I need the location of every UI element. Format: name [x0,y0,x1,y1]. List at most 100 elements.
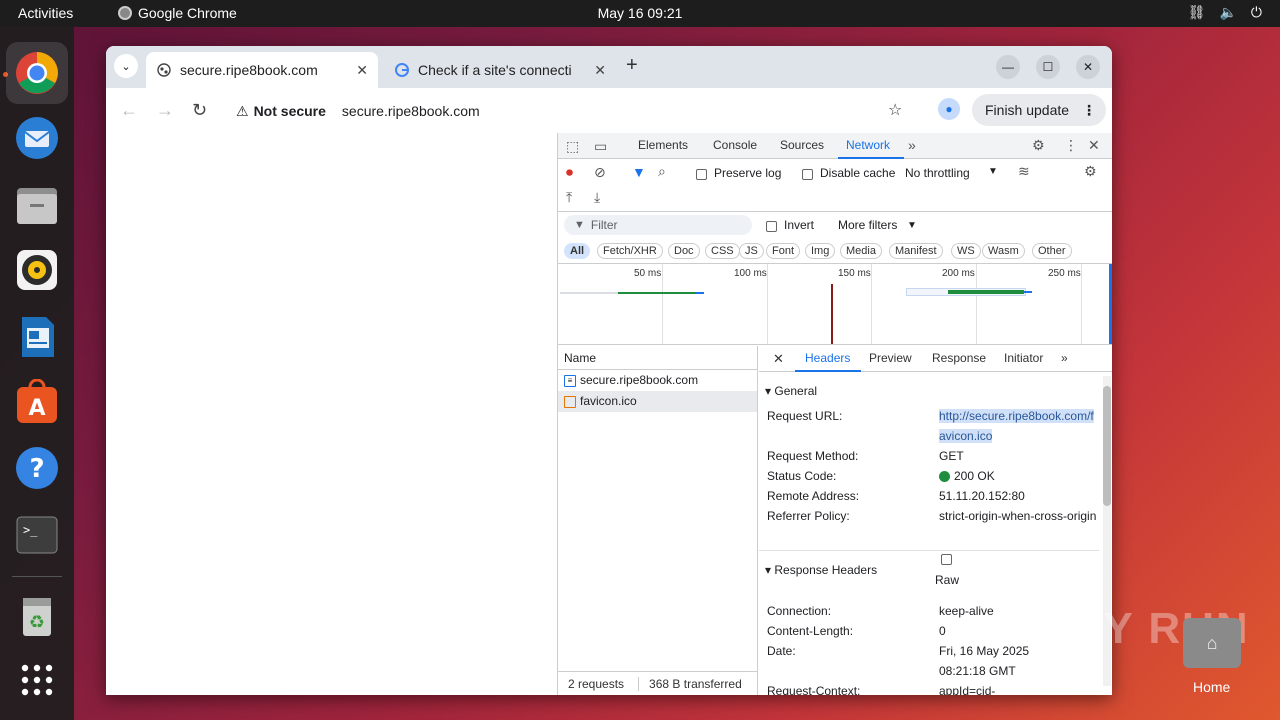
tab-headers[interactable]: Headers [805,351,850,365]
new-tab-button[interactable]: + [626,54,638,77]
tab-inactive[interactable]: Check if a site's connecti ✕ [384,52,616,88]
tab-network[interactable]: Network [846,138,890,152]
close-details-icon[interactable]: ✕ [773,351,784,367]
type-filter-js[interactable]: JS [739,243,764,259]
tab-elements[interactable]: Elements [638,138,688,152]
more-filters-button[interactable]: More filters [838,218,897,232]
request-row[interactable]: ≡ secure.ripe8book.com [558,370,757,391]
network-settings-icon[interactable]: ⚙ [1084,163,1097,180]
type-filter-all[interactable]: All [564,243,591,259]
close-window-button[interactable]: ✕ [1076,55,1100,79]
image-file-icon [564,395,576,408]
tab-initiator[interactable]: Initiator [1004,351,1043,365]
app-grid-icon[interactable] [14,657,60,703]
chrome-icon[interactable] [6,42,68,104]
tab-sources[interactable]: Sources [780,138,824,152]
request-bar-favicon [948,290,1024,294]
help-icon[interactable]: ? [14,445,60,491]
import-har-icon[interactable]: ⤒ [566,189,572,206]
thunderbird-icon[interactable] [14,115,60,161]
not-secure-label[interactable]: Not secure [254,103,326,119]
status-code-value: 200 OK [939,466,1099,486]
more-detail-tabs-icon[interactable]: » [1061,351,1068,365]
url-text[interactable]: secure.ripe8book.com [342,103,480,119]
inspect-element-icon[interactable]: ⬚ [566,138,579,155]
details-scroll-thumb[interactable] [1103,386,1111,506]
writer-icon[interactable] [14,314,60,360]
tick-label: 150 ms [838,268,871,279]
home-folder-icon[interactable]: ⌂ [1183,618,1241,668]
type-filter-img[interactable]: Img [805,243,836,259]
status-code-label: Status Code: [767,469,837,483]
maximize-button[interactable]: ☐ [1036,55,1060,79]
system-tray[interactable]: ⛓ 🔈 ⏻ [1188,4,1262,21]
device-toolbar-icon[interactable]: ▭ [594,138,607,155]
close-tab-icon[interactable]: ✕ [356,62,368,79]
request-url-value[interactable]: http://secure.ripe8book.com/favicon.ico [939,406,1099,446]
dock-separator [12,576,62,577]
disable-cache-checkbox[interactable] [802,167,813,181]
export-har-icon[interactable]: ⤓ [594,189,600,206]
tab-console[interactable]: Console [713,138,757,152]
filter-input[interactable]: ▼ Filter [564,215,752,235]
filter-funnel-icon[interactable]: ▼ [632,164,646,180]
type-filter-ws[interactable]: WS [951,243,981,259]
type-filter-other[interactable]: Other [1032,243,1072,259]
finish-update-label: Finish update [985,102,1070,118]
network-conditions-icon[interactable]: ≋ [1018,163,1030,180]
raw-checkbox[interactable] [941,552,952,566]
close-devtools-icon[interactable]: ✕ [1088,137,1100,154]
name-column-header[interactable]: Name [558,346,757,370]
type-filter-font[interactable]: Font [766,243,801,259]
invert-checkbox[interactable] [766,219,777,233]
record-stop-icon[interactable]: ⏺ [566,164,573,181]
trash-icon[interactable]: ♻ [14,594,60,640]
tick-line [767,264,768,344]
files-icon[interactable] [14,182,60,228]
network-toolbar: ⏺ ⊘ ▼ ⌕ Preserve log Disable cache No th… [558,160,1112,186]
tab-active[interactable]: secure.ripe8book.com ✕ [146,52,378,88]
activities-button[interactable]: Activities [18,5,73,21]
search-icon[interactable]: ⌕ [658,163,666,180]
connection-label: Connection: [767,604,832,618]
response-headers-toggle[interactable]: ▾ Response Headers [765,563,877,577]
close-tab-icon[interactable]: ✕ [594,62,606,79]
home-label[interactable]: Home [1193,679,1230,695]
request-method-value: GET [939,449,964,463]
selected-detail-tab-indicator [795,370,861,372]
app-menu[interactable]: Google Chrome [118,5,237,21]
general-section-toggle[interactable]: ▾ General [765,384,817,398]
tab-response[interactable]: Response [932,351,986,365]
more-tabs-icon[interactable]: » [908,137,916,153]
clear-icon[interactable]: ⊘ [594,164,606,181]
bookmark-star-icon[interactable]: ☆ [888,100,902,120]
forward-button[interactable]: → [156,100,174,121]
minimize-button[interactable]: — [996,55,1020,79]
tab-search-button[interactable]: ⌄ [114,54,138,78]
network-overview-timeline[interactable]: 50 ms 100 ms 150 ms 200 ms 250 ms [558,263,1112,345]
app-center-icon[interactable]: A [14,379,60,425]
preserve-log-checkbox[interactable] [696,167,707,181]
throttling-select[interactable]: No throttling [905,166,970,180]
type-filter-wasm[interactable]: Wasm [982,243,1025,259]
request-row[interactable]: favicon.ico [558,391,757,412]
finish-update-button[interactable]: Finish update ⋮ [972,94,1106,126]
settings-gear-icon[interactable]: ⚙ [1032,137,1045,154]
more-options-icon[interactable]: ⋮ [1064,137,1078,154]
type-filter-manifest[interactable]: Manifest [889,243,943,259]
filter-placeholder: Filter [590,218,618,232]
rhythmbox-icon[interactable] [14,247,60,293]
back-button[interactable]: ← [120,100,138,121]
type-filter-doc[interactable]: Doc [668,243,700,259]
reload-button[interactable]: ↻ [192,100,207,121]
profile-avatar[interactable]: ● [938,98,960,120]
terminal-icon[interactable]: >_ [14,512,60,558]
type-filter-css[interactable]: CSS [705,243,740,259]
tab-preview[interactable]: Preview [869,351,912,365]
type-filter-fetch[interactable]: Fetch/XHR [597,243,663,259]
type-filter-media[interactable]: Media [840,243,882,259]
overview-window-handle[interactable] [1109,264,1112,344]
tick-label: 250 ms [1048,268,1081,279]
remote-address-value: 51.11.20.152:80 [939,489,1025,503]
omnibox[interactable]: ⚠ Not secure secure.ripe8book.com [228,94,928,128]
